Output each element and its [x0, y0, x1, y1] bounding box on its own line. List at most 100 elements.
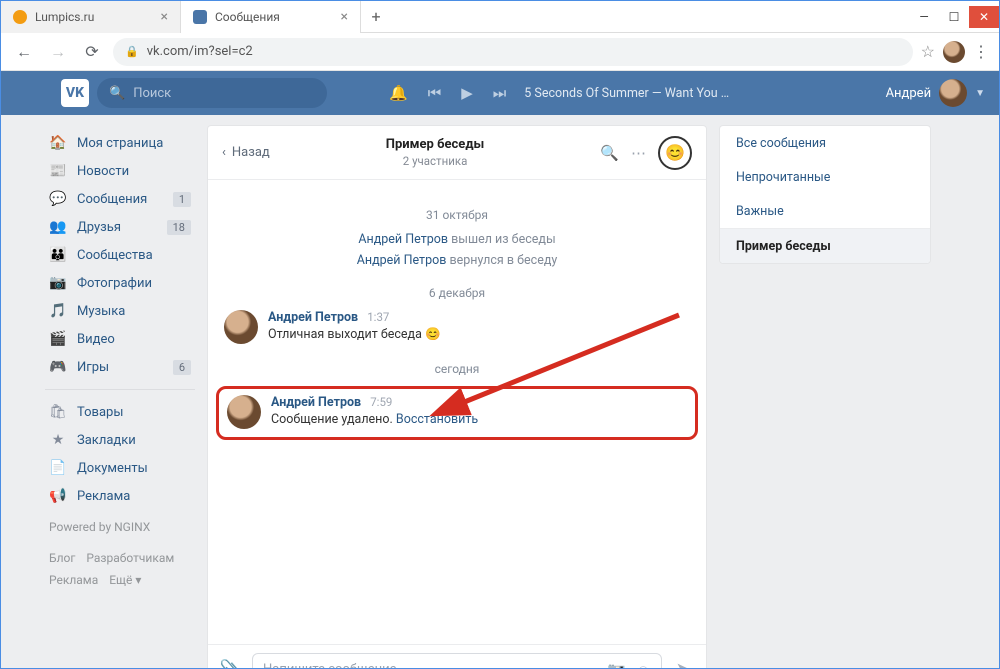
sidebar-item-a8[interactable]: 🎮Игры6 [45, 353, 195, 381]
chat-avatar[interactable]: 😊 [658, 136, 692, 170]
sidebar-item-a4[interactable]: 👪Сообщества [45, 241, 195, 269]
badge: 1 [173, 192, 191, 207]
sidebar-item-label: Реклама [77, 489, 130, 504]
sidebar-item-a5[interactable]: 📷Фотографии [45, 269, 195, 297]
notifications-icon[interactable]: 🔔 [383, 84, 414, 102]
badge: 18 [167, 220, 191, 235]
bookmark-icon[interactable]: ☆ [921, 42, 935, 61]
window-minimize-button[interactable]: — [909, 6, 939, 28]
back-button[interactable]: ‹ Назад [222, 145, 270, 160]
browser-tab-lumpics[interactable]: Lumpics.ru × [1, 1, 181, 33]
sidebar-item-label: Закладки [77, 433, 136, 448]
user-menu[interactable]: Андрей ▼ [886, 79, 985, 107]
search-input[interactable]: 🔍 Поиск [97, 78, 327, 108]
chat-search-icon[interactable]: 🔍 [600, 144, 619, 162]
chat-body: 31 октября Андрей Петров вышел из беседы… [208, 180, 706, 644]
browser-menu-button[interactable]: ⋮ [973, 42, 989, 61]
filter-important[interactable]: Важные [720, 194, 930, 228]
footer-links: Блог Разработчикам Реклама Ещё ▾ [45, 548, 195, 591]
nav-icon: 📄 [49, 460, 67, 476]
sidebar-item-b2[interactable]: 📄 Документы [45, 454, 195, 482]
nav-icon: 📷 [49, 275, 67, 291]
footer-link[interactable]: Разработчикам [86, 551, 174, 565]
sidebar-item-label: Товары [77, 405, 123, 420]
right-panel: Все сообщения Непрочитанные Важные Приме… [719, 125, 931, 658]
browser-tab-messages[interactable]: Сообщения × [181, 1, 361, 33]
annotation-highlight: Андрей Петров 7:59 Сообщение удалено. Во… [216, 386, 698, 440]
powered-by-label: Powered by NGINX [45, 520, 195, 534]
send-icon[interactable]: ➤ [670, 659, 696, 668]
sidebar-item-b1[interactable]: ★Закладки [45, 426, 195, 454]
filter-all-messages[interactable]: Все сообщения [720, 126, 930, 160]
footer-link[interactable]: Блог [49, 551, 75, 565]
nav-back-button[interactable]: ← [11, 39, 37, 65]
sidebar-item-a7[interactable]: 🎬Видео [45, 325, 195, 353]
message-author[interactable]: Андрей Петров [268, 310, 358, 325]
player-play-icon[interactable]: ▶ [455, 84, 479, 102]
sidebar-item-a1[interactable]: 📰Новости [45, 157, 195, 185]
sidebar-item-label: Моя страница [77, 136, 163, 151]
sidebar-item-label: Друзья [77, 220, 121, 235]
sidebar-item-a2[interactable]: 💬Сообщения1 [45, 185, 195, 213]
chat-message-deleted: Андрей Петров 7:59 Сообщение удалено. Во… [227, 395, 687, 429]
chat-title[interactable]: Пример беседы [270, 137, 601, 152]
close-icon[interactable]: × [341, 9, 348, 25]
message-time: 7:59 [370, 395, 392, 409]
sidebar-item-a0[interactable]: 🏠Моя страница [45, 129, 195, 157]
attach-icon[interactable]: 📎 [218, 659, 244, 668]
nav-icon: 🎮 [49, 359, 67, 375]
favicon-icon [13, 10, 27, 24]
sidebar-item-label: Документы [77, 461, 148, 476]
player-next-icon[interactable]: ⏭ [487, 84, 513, 102]
address-bar[interactable]: 🔒 vk.com/im?sel=c2 [113, 38, 913, 66]
left-nav: 🏠Моя страница📰Новости💬Сообщения1👥Друзья1… [45, 125, 195, 658]
tab-title: Сообщения [215, 10, 280, 24]
browser-titlebar: Lumpics.ru × Сообщения × + — ☐ ✕ [1, 1, 999, 33]
nav-forward-button[interactable]: → [45, 39, 71, 65]
sidebar-item-b0[interactable]: 🛍Товары [45, 398, 195, 426]
browser-urlbar: ← → ⟳ 🔒 vk.com/im?sel=c2 ☆ ⋮ [1, 33, 999, 71]
chevron-left-icon: ‹ [222, 145, 226, 160]
footer-link[interactable]: Реклама [49, 573, 98, 587]
restore-link[interactable]: Восстановить [396, 412, 478, 427]
chat-panel: ‹ Назад Пример беседы 2 участника 🔍 ⋯ 😊 … [207, 125, 707, 668]
sidebar-item-a6[interactable]: 🎵 Музыка [45, 297, 195, 325]
message-composer: 📎 Напишите сообщение… 📷 ☺ ➤ [208, 644, 706, 668]
filter-unread[interactable]: Непрочитанные [720, 160, 930, 194]
window-close-button[interactable]: ✕ [969, 6, 999, 28]
sidebar-item-label: Новости [77, 164, 129, 179]
username-label: Андрей [886, 86, 932, 101]
date-separator: сегодня [224, 362, 690, 376]
now-playing-title[interactable]: 5 Seconds Of Summer — Want You … [524, 86, 729, 101]
sidebar-item-a3[interactable]: 👥Друзья18 [45, 213, 195, 241]
lock-icon: 🔒 [125, 45, 139, 58]
sidebar-item-b3[interactable]: 📢Реклама [45, 482, 195, 510]
chat-more-icon[interactable]: ⋯ [631, 144, 646, 162]
window-maximize-button[interactable]: ☐ [939, 6, 969, 28]
search-icon: 🔍 [109, 86, 125, 101]
vk-logo[interactable]: VK [61, 79, 89, 107]
message-author[interactable]: Андрей Петров [271, 395, 361, 410]
filter-selected-chat[interactable]: Пример беседы [720, 229, 930, 263]
back-label: Назад [232, 145, 270, 160]
nav-icon: 🎵 [49, 303, 67, 319]
player-prev-icon[interactable]: ⏮ [422, 84, 448, 102]
badge: 6 [173, 360, 191, 375]
footer-link[interactable]: Ещё ▾ [109, 573, 141, 587]
emoji-icon[interactable]: ☺ [636, 661, 651, 669]
nav-reload-button[interactable]: ⟳ [79, 39, 105, 65]
message-text: Отличная выходит беседа 😊 [268, 327, 441, 342]
profile-avatar[interactable] [943, 41, 965, 63]
vk-header: VK 🔍 Поиск 🔔 ⏮ ▶ ⏭ 5 Seconds Of Summer —… [1, 71, 999, 115]
camera-icon[interactable]: 📷 [607, 661, 626, 669]
message-input[interactable]: Напишите сообщение… 📷 ☺ [252, 653, 662, 669]
chat-message: Андрей Петров 1:37 Отличная выходит бесе… [224, 310, 690, 344]
chat-subtitle: 2 участника [270, 154, 601, 168]
new-tab-button[interactable]: + [361, 7, 391, 26]
avatar[interactable] [227, 395, 261, 429]
avatar[interactable] [224, 310, 258, 344]
sidebar-item-label: Музыка [77, 304, 125, 319]
sidebar-item-label: Сообщества [77, 248, 153, 263]
close-icon[interactable]: × [161, 9, 168, 25]
nav-icon: 🎬 [49, 331, 67, 347]
